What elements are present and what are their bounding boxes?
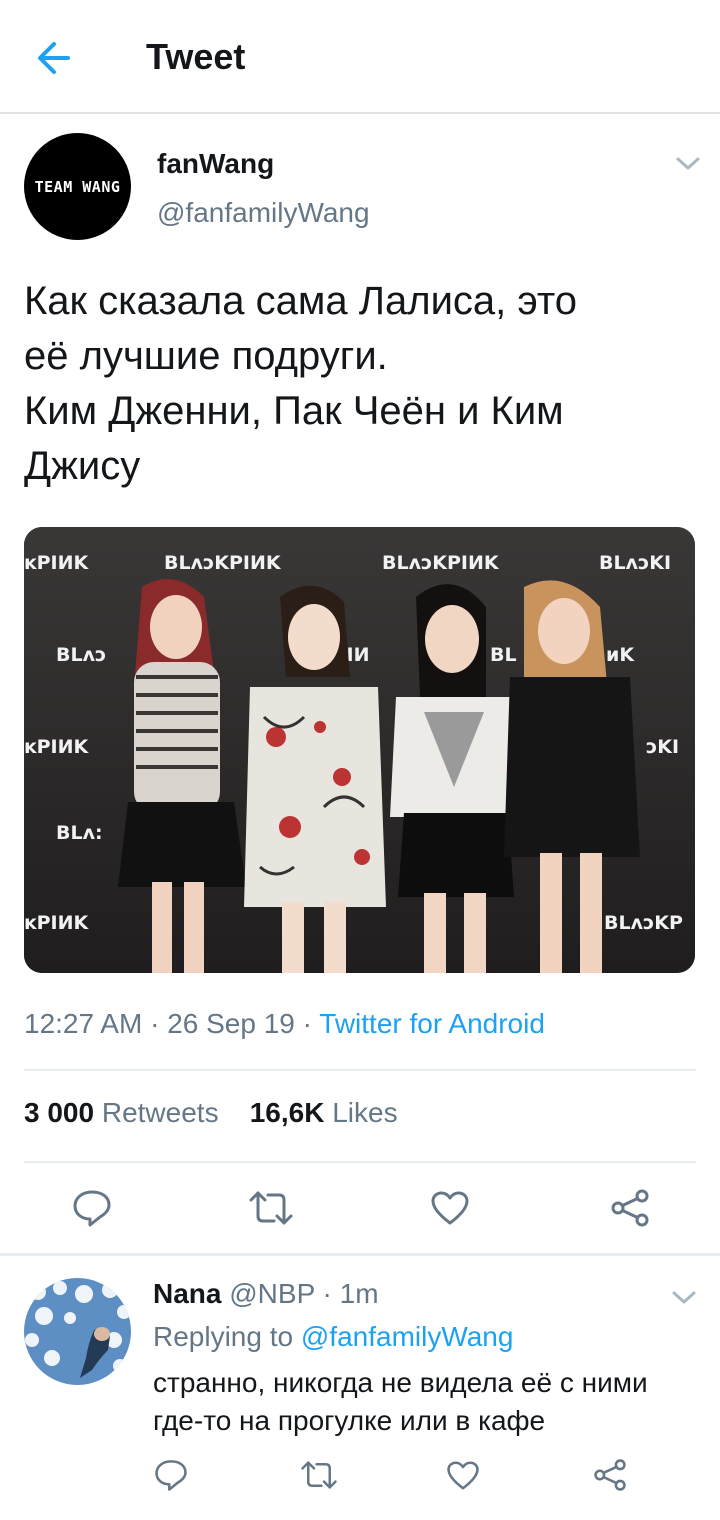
author-avatar[interactable]: TEAM WANG bbox=[24, 133, 131, 240]
divider bbox=[24, 1069, 696, 1071]
backdrop-text: ᴋPIИK bbox=[24, 736, 90, 758]
reply-header: Nana @NBP · 1m bbox=[153, 1278, 379, 1310]
top-app-bar: Tweet bbox=[0, 0, 720, 114]
backdrop-text: BLʌɔKI bbox=[599, 552, 671, 574]
reply-text: странно, никогда не видела её с ними где… bbox=[153, 1364, 713, 1440]
reply-author-avatar[interactable] bbox=[24, 1278, 131, 1385]
author-name[interactable]: fanWang bbox=[157, 148, 274, 180]
backdrop-text: BLʌɔ bbox=[56, 644, 106, 666]
tweet-source-link[interactable]: Twitter for Android bbox=[319, 1008, 545, 1039]
divider bbox=[24, 1161, 696, 1163]
backdrop-text: BLʌɔKP bbox=[604, 912, 683, 934]
replying-to-link[interactable]: @fanfamilyWang bbox=[301, 1321, 514, 1352]
reply-icon[interactable] bbox=[72, 1188, 112, 1228]
retweet-icon[interactable] bbox=[248, 1190, 294, 1226]
backdrop-text: BL bbox=[490, 644, 517, 666]
reply-author-name[interactable]: Nana bbox=[153, 1278, 221, 1309]
backdrop-text: BLʌɔKPIИK bbox=[164, 552, 282, 574]
backdrop-text: ᴎK bbox=[606, 644, 635, 666]
tweet-photo[interactable]: ᴋPIИK BLʌɔKPIИK BLʌɔKPIИK BLʌɔKI BLʌɔ ᴋP… bbox=[24, 527, 695, 973]
reply-text-line: странно, никогда не видела её с ними bbox=[153, 1367, 648, 1398]
author-handle[interactable]: @fanfamilyWang bbox=[157, 197, 370, 229]
tweet-text-line: Джису bbox=[24, 444, 141, 488]
tweet-meta: 12:27 AM · 26 Sep 19 · Twitter for Andro… bbox=[24, 1008, 545, 1040]
share-icon[interactable] bbox=[610, 1188, 650, 1228]
meta-separator: · bbox=[302, 1008, 312, 1039]
replying-prefix: Replying to bbox=[153, 1321, 294, 1352]
chevron-down-icon[interactable] bbox=[671, 1290, 697, 1306]
reply-author-handle[interactable]: @NBP bbox=[229, 1278, 315, 1309]
meta-separator: · bbox=[150, 1008, 160, 1039]
backdrop-text: BLʌ: bbox=[56, 822, 103, 844]
meta-separator: · bbox=[322, 1278, 332, 1309]
avatar-logo-text: TEAM WANG bbox=[34, 177, 121, 196]
page-title: Tweet bbox=[146, 36, 246, 77]
share-icon[interactable] bbox=[593, 1458, 627, 1492]
photo-illustration: ᴋPIИK BLʌɔKPIИK BLʌɔKPIИK BLʌɔKI BLʌɔ ᴋP… bbox=[24, 527, 695, 973]
replying-to: Replying to @fanfamilyWang bbox=[153, 1321, 513, 1353]
tweet-text: Как сказала сама Лалиса, это её лучшие п… bbox=[24, 274, 694, 494]
like-icon[interactable] bbox=[446, 1460, 480, 1491]
section-divider bbox=[0, 1253, 720, 1256]
retweets-count[interactable]: 3 000 bbox=[24, 1097, 94, 1128]
chevron-down-icon[interactable] bbox=[675, 156, 701, 172]
tweet-date: 26 Sep 19 bbox=[167, 1008, 295, 1039]
backdrop-text: BLʌɔKPIИK bbox=[382, 552, 500, 574]
avatar-image bbox=[24, 1278, 131, 1385]
backdrop-text: ᴋPIИK bbox=[24, 552, 90, 574]
arrow-left-icon bbox=[38, 42, 70, 74]
retweet-icon[interactable] bbox=[300, 1460, 338, 1490]
retweets-label[interactable]: Retweets bbox=[102, 1097, 219, 1128]
like-icon[interactable] bbox=[430, 1190, 470, 1226]
tweet-text-line: Как сказала сама Лалиса, это bbox=[24, 279, 578, 323]
reply-time: 1m bbox=[339, 1278, 379, 1309]
reply-icon[interactable] bbox=[154, 1458, 188, 1492]
tweet-stats: 3 000 Retweets 16,6K Likes bbox=[24, 1097, 398, 1129]
backdrop-text: ᴋPIИK bbox=[24, 912, 90, 934]
likes-count[interactable]: 16,6K bbox=[250, 1097, 325, 1128]
tweet-text-line: Ким Дженни, Пак Чеён и Ким bbox=[24, 389, 564, 433]
back-button[interactable] bbox=[34, 38, 78, 78]
tweet-text-line: её лучшие подруги. bbox=[24, 334, 388, 378]
reply-text-line: где-то на прогулке или в кафе bbox=[153, 1405, 546, 1436]
tweet-time: 12:27 AM bbox=[24, 1008, 143, 1039]
likes-label[interactable]: Likes bbox=[332, 1097, 397, 1128]
backdrop-text: ɔKI bbox=[646, 736, 679, 758]
